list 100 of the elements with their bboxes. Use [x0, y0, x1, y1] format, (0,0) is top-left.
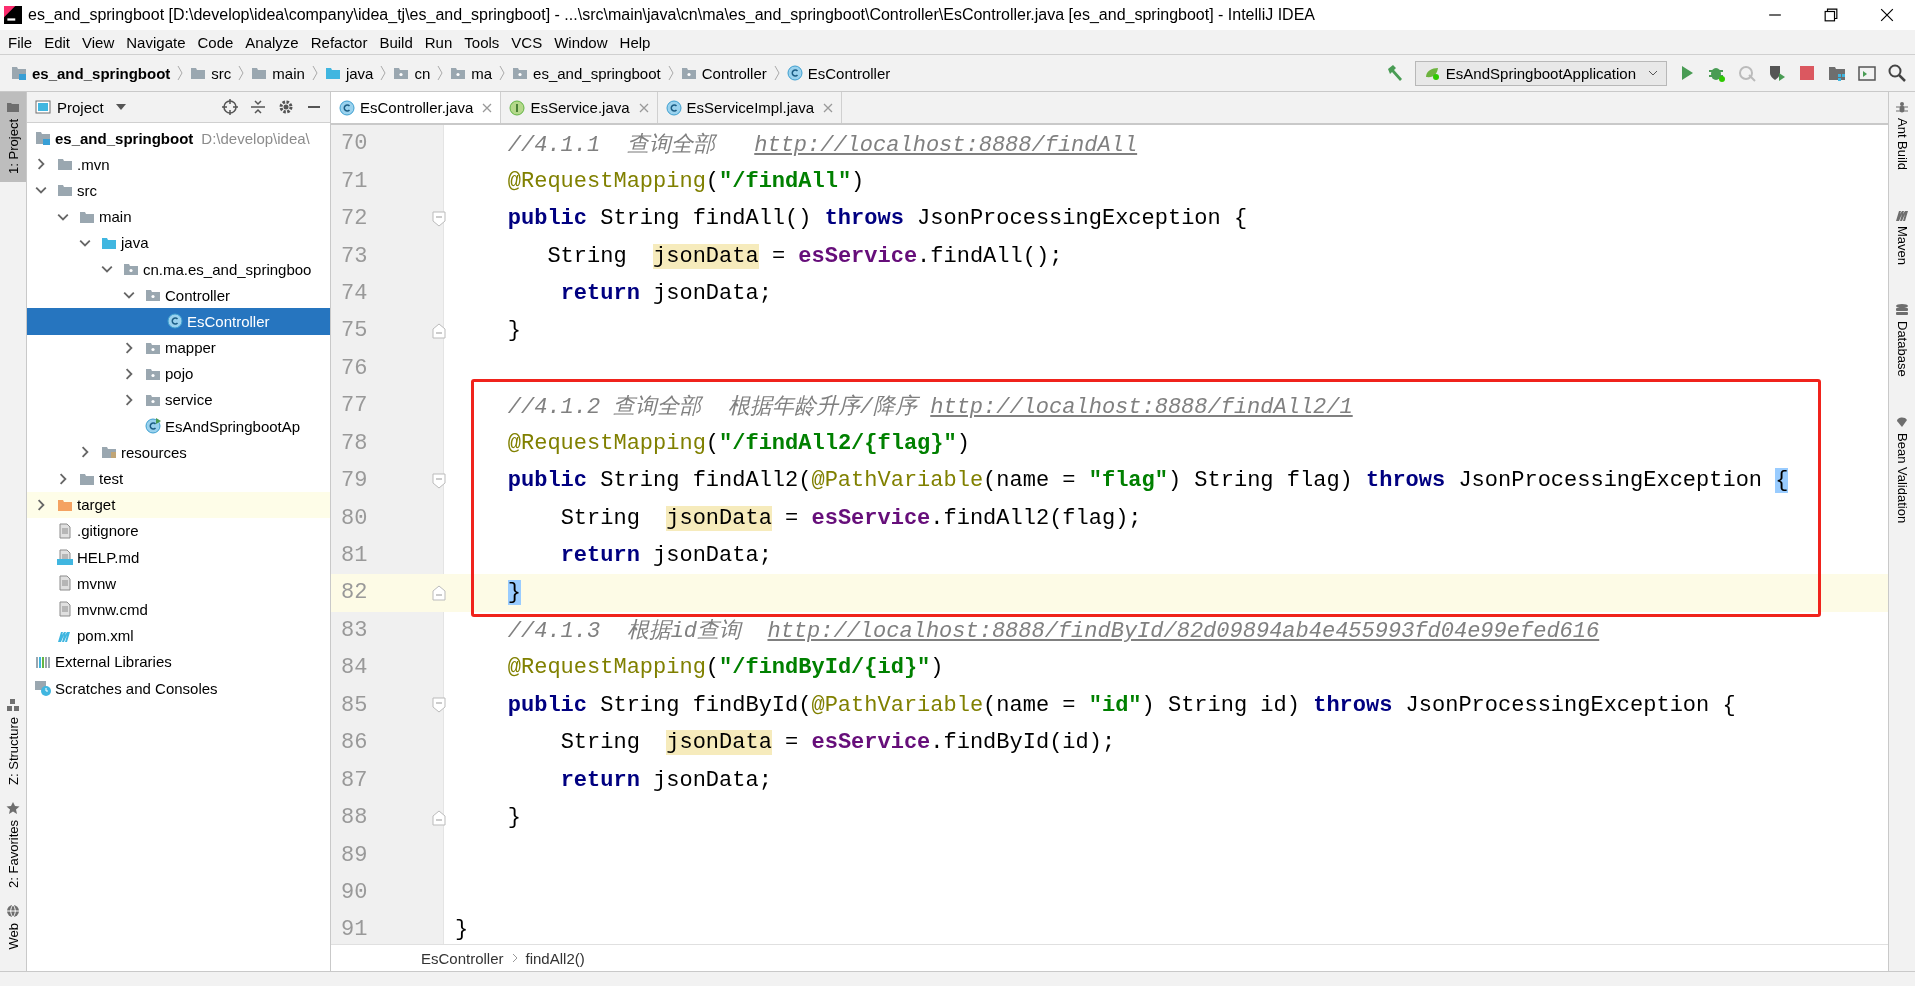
breadcrumb-item[interactable]: es_and_springboot	[509, 62, 664, 84]
chevron-right-icon[interactable]	[57, 472, 69, 485]
breadcrumb-item[interactable]: ma	[447, 62, 496, 84]
search-icon[interactable]	[1887, 63, 1907, 83]
menu-item[interactable]: Edit	[38, 33, 77, 51]
terminal-window-icon[interactable]	[1857, 63, 1877, 83]
breadcrumb-item[interactable]: cn	[390, 62, 434, 84]
tree-item[interactable]: mvnw.cmd	[27, 596, 330, 623]
stop-icon[interactable]	[1797, 63, 1817, 83]
breadcrumb-item[interactable]: EsController	[421, 949, 504, 967]
menu-item[interactable]: Tools	[458, 33, 506, 51]
breadcrumb-item[interactable]: EsController	[783, 62, 894, 84]
menu-item[interactable]: VCS	[505, 33, 549, 51]
chevron-icon	[311, 64, 318, 82]
chevron-right-icon[interactable]	[123, 393, 135, 406]
app-logo-icon	[4, 6, 22, 24]
menu-item[interactable]: Run	[418, 33, 459, 51]
folder-icon	[324, 65, 341, 81]
tree-item[interactable]: Controller	[27, 282, 330, 309]
chevron-right-icon[interactable]	[35, 158, 47, 171]
breadcrumb-item[interactable]: java	[321, 62, 377, 84]
tree-item[interactable]: pom.xml	[27, 622, 330, 649]
collapse-all-icon[interactable]	[250, 99, 266, 115]
tool-window-tab[interactable]: Ant Build	[1889, 92, 1915, 201]
chevron-right-icon[interactable]	[35, 498, 47, 511]
tool-window-tab[interactable]: Z: Structure	[0, 689, 26, 793]
tree-item[interactable]: cn.ma.es_and_springboo	[27, 255, 330, 283]
tool-window-tab[interactable]: Web	[0, 895, 26, 957]
tool-window-tab[interactable]: 2: Favorites	[0, 792, 26, 896]
code-line: public String findById(@PathVariable(name = "id") String id) throws JsonProcessingException {	[506, 692, 1736, 718]
chevron-right-icon[interactable]	[123, 341, 135, 354]
menu-item[interactable]: Code	[191, 33, 240, 51]
tree-item[interactable]: java	[27, 229, 330, 256]
url-link[interactable]: http://localhost:8888/findAll2/1	[930, 394, 1353, 420]
tree-item[interactable]: EsAndSpringbootAp	[27, 413, 330, 440]
code-line: return jsonData;	[559, 280, 772, 306]
project-view-dropdown[interactable]: Project	[27, 98, 126, 116]
tree-item[interactable]: .mvn	[27, 151, 330, 178]
tree-item[interactable]: service	[27, 386, 330, 414]
url-link[interactable]: http://localhost:8888/findById/82d09894ab4e455993fd04e99efed616	[767, 619, 1600, 645]
breadcrumb-item[interactable]: Controller	[677, 62, 770, 84]
breadcrumb-item[interactable]: src	[187, 62, 235, 84]
package-icon	[512, 65, 529, 81]
menu-item[interactable]: Window	[548, 33, 614, 51]
tool-window-tab[interactable]: 1: Project	[0, 92, 26, 182]
editor-tab[interactable]: EsServiceImpl.java	[657, 92, 843, 123]
tree-item[interactable]: pojo	[27, 360, 330, 387]
chevron-right-icon[interactable]	[123, 367, 135, 380]
chevron-icon	[511, 953, 518, 963]
breadcrumb-item[interactable]: main	[248, 62, 308, 84]
folder-icon	[251, 65, 268, 81]
code-line: @RequestMapping("/findAll")	[506, 168, 865, 194]
shield-run-icon[interactable]	[1767, 63, 1787, 83]
code-line: //4.1.1 查询全部 http://localhost:8888/findAll	[506, 131, 1138, 159]
tree-item[interactable]: mvnw	[27, 570, 330, 597]
maximize-icon[interactable]	[1824, 8, 1838, 22]
tree-item[interactable]: target	[27, 491, 330, 518]
editor-tab[interactable]: EsController.java	[331, 92, 502, 123]
line-number: 87	[340, 767, 369, 793]
tree-item[interactable]: Scratches and Consoles	[27, 674, 330, 702]
window-icon	[35, 99, 51, 115]
menu-item[interactable]: Help	[613, 33, 657, 51]
chevron-right-icon[interactable]	[79, 446, 91, 459]
tree-item[interactable]: main	[27, 203, 330, 230]
locate-icon[interactable]	[222, 99, 238, 115]
line-number: 70	[340, 131, 369, 157]
menu-item[interactable]: Navigate	[120, 33, 192, 51]
settings-icon[interactable]	[278, 99, 294, 115]
url-link[interactable]: http://localhost:8888/findAll	[754, 132, 1138, 158]
menu-item[interactable]: Refactor	[304, 33, 374, 51]
line-number: 79	[340, 468, 369, 494]
tree-item[interactable]: resources	[27, 439, 330, 466]
tool-window-tab[interactable]: Maven	[1889, 200, 1915, 296]
tree-item[interactable]: .gitignore	[27, 517, 330, 544]
menu-item[interactable]: View	[76, 33, 121, 51]
tree-item[interactable]: External Libraries	[27, 648, 330, 675]
tool-window-tab[interactable]: Bean Validation	[1889, 406, 1915, 553]
line-number: 85	[340, 692, 369, 718]
tree-item[interactable]: EsController	[27, 308, 330, 335]
tool-window-tab[interactable]: Database	[1889, 295, 1915, 407]
menu-item[interactable]: Build	[373, 33, 419, 51]
chevron-icon	[773, 64, 780, 82]
database-icon	[1895, 303, 1909, 318]
class-icon	[145, 418, 161, 435]
line-number: 80	[340, 505, 369, 531]
line-number: 77	[340, 393, 369, 419]
menu-item[interactable]: Analyze	[239, 33, 305, 51]
code-line: String jsonData = esService.findAll();	[546, 243, 1063, 269]
tree-item[interactable]: test	[27, 465, 330, 492]
class-icon	[167, 313, 183, 330]
breadcrumb-item[interactable]: es_and_springboot	[8, 62, 174, 84]
run-configuration-dropdown[interactable]: EsAndSpringbootApplication	[1414, 60, 1667, 86]
close-icon[interactable]	[1880, 8, 1894, 22]
editor-tab[interactable]: EsService.java	[501, 92, 658, 123]
tree-item[interactable]: es_and_springboot D:\develop\idea\	[27, 125, 330, 152]
menu-item[interactable]: File	[2, 33, 39, 51]
tree-item[interactable]: HELP.md	[27, 544, 330, 571]
tree-item[interactable]: mapper	[27, 334, 330, 361]
tree-item[interactable]: src	[27, 177, 330, 204]
breadcrumb-item[interactable]: findAll2()	[525, 949, 585, 967]
